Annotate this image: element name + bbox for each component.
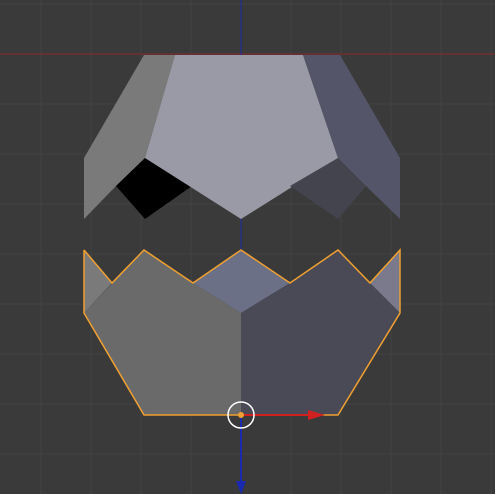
lower-mesh-object[interactable] (83, 248, 401, 416)
pivot-point-icon (238, 412, 244, 418)
transform-gizmo[interactable] (227, 401, 325, 494)
3d-viewport[interactable] (0, 0, 495, 494)
gizmo-z-arrow-icon[interactable] (236, 481, 246, 494)
viewport-canvas[interactable] (0, 0, 495, 494)
upper-mesh-object[interactable] (84, 55, 400, 219)
